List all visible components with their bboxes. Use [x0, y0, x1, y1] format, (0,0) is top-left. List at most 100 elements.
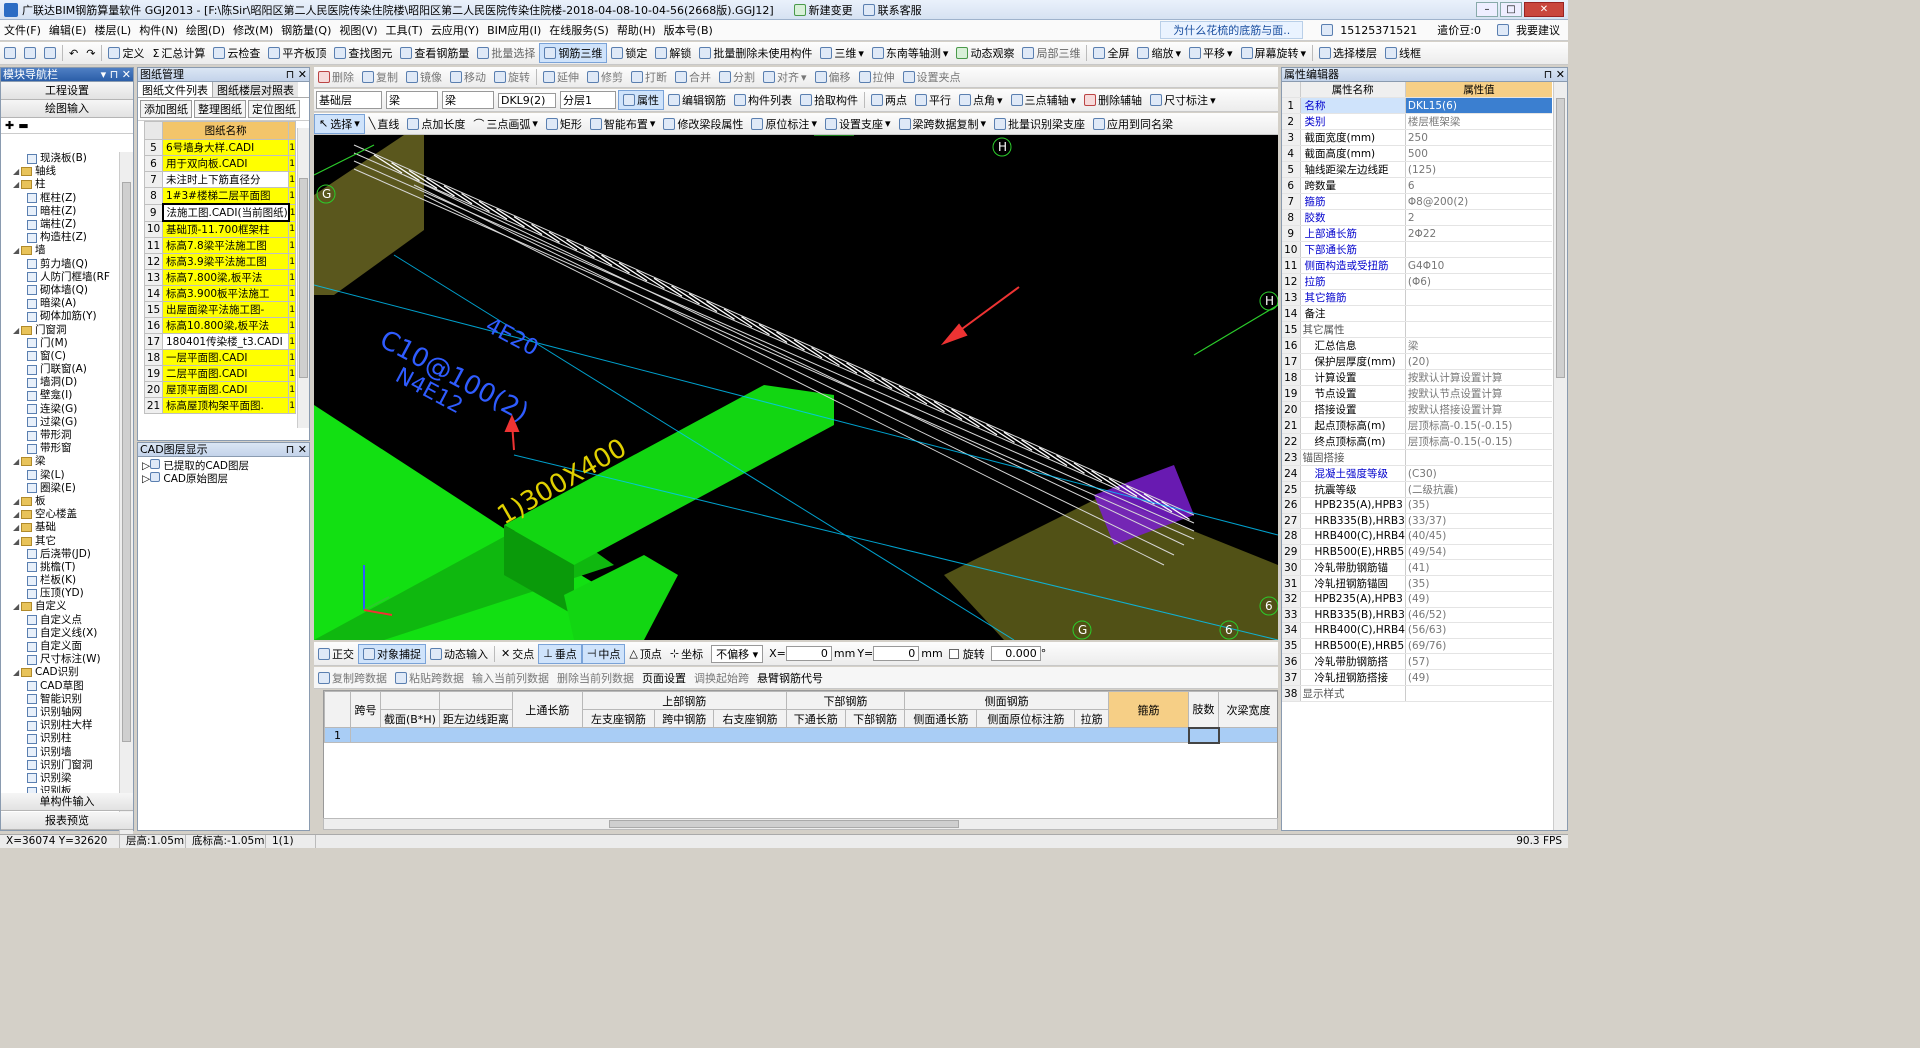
drawing-name-cell[interactable]: 未注时上下筋直径分: [161, 171, 290, 188]
modify-beam-prop-button[interactable]: 修改梁段属性: [659, 114, 747, 134]
property-value[interactable]: (C30): [1405, 465, 1552, 482]
vertex-button[interactable]: △ 顶点: [625, 644, 665, 664]
nav-tree-item[interactable]: 自定义面: [1, 640, 119, 653]
single-member-input-button[interactable]: 单构件输入: [1, 793, 133, 811]
drawing-name-cell[interactable]: 1#3#楼梯二层平面图: [161, 187, 290, 205]
property-value[interactable]: [1405, 241, 1552, 258]
property-value[interactable]: (46/52): [1405, 607, 1552, 623]
property-row[interactable]: 34 HRB400(C),HRB4 (56/63): [1282, 622, 1552, 639]
expand-icon[interactable]: ◢: [13, 535, 21, 548]
drawing-row[interactable]: 6 用于双向板.CADI 1: [144, 155, 297, 172]
nav-tree-item[interactable]: 现浇板(B): [1, 152, 119, 165]
property-value[interactable]: (69/76): [1405, 638, 1552, 654]
property-row[interactable]: 8 胶数 2: [1282, 209, 1552, 226]
property-row[interactable]: 4 截面高度(mm) 500: [1282, 145, 1552, 162]
drawing-name-cell[interactable]: 出屋面梁平法施工图-: [161, 301, 290, 318]
delete-button[interactable]: 删除: [314, 67, 358, 87]
nav-tree-item[interactable]: ◢ 空心楼盖: [1, 508, 119, 521]
property-row[interactable]: 22 终点顶标高(m) 层顶标高-0.15(-0.15): [1282, 433, 1552, 450]
property-row[interactable]: 17 保护层厚度(mm) (20): [1282, 353, 1552, 370]
grid-hscrollbar[interactable]: [323, 818, 1278, 830]
open-button[interactable]: [20, 43, 40, 63]
property-row[interactable]: 3 截面宽度(mm) 250: [1282, 129, 1552, 146]
floor-select[interactable]: 基础层: [316, 91, 382, 109]
close-button[interactable]: ✕: [1524, 2, 1564, 17]
property-row[interactable]: 11 侧面构造或受扭筋 G4Φ10: [1282, 257, 1552, 274]
align-button[interactable]: 对齐 ▾: [759, 67, 811, 87]
property-row[interactable]: 31 冷轧扭钢筋锚固 (35): [1282, 575, 1552, 592]
nav-tree-item[interactable]: ◢ CAD识别: [1, 666, 119, 679]
property-row[interactable]: 1 名称 DKL15(6): [1282, 97, 1552, 114]
drawing-row[interactable]: 5 6号墙身大样.CADI 1: [144, 139, 297, 156]
drawing-row[interactable]: 18 一层平面图.CADI 1: [144, 349, 297, 366]
expand-icon[interactable]: ◢: [13, 244, 21, 257]
batch-select-button[interactable]: 批量选择: [473, 43, 539, 63]
property-value[interactable]: Φ8@200(2): [1405, 193, 1552, 210]
redo-button[interactable]: ↷: [82, 43, 99, 63]
property-row[interactable]: 23 锚固搭接: [1282, 449, 1552, 466]
se-iso-button[interactable]: 东南等轴测 ▾: [868, 43, 953, 63]
menu-view[interactable]: 视图(V): [335, 22, 381, 38]
object-snap-button[interactable]: 对象捕捉: [358, 643, 426, 664]
nav-tree-item[interactable]: 后浇带(JD): [1, 548, 119, 561]
drawing-name-cell[interactable]: 180401传染楼_t3.CADI: [161, 333, 290, 350]
wireframe-button[interactable]: 线框: [1381, 43, 1425, 63]
nav-tree-item[interactable]: 圈梁(E): [1, 482, 119, 495]
view-rebar-qty-button[interactable]: 查看钢筋量: [396, 43, 473, 63]
intersection-button[interactable]: ✕ 交点: [497, 644, 538, 664]
drawing-row[interactable]: 17 180401传染楼_t3.CADI 1: [144, 333, 297, 350]
two-points-button[interactable]: 两点: [867, 90, 911, 110]
rotate-input[interactable]: 0.000: [990, 646, 1041, 661]
smart-layout-button[interactable]: 智能布置 ▾: [586, 114, 660, 134]
batch-delete-button[interactable]: 批量删除未使用构件: [695, 43, 816, 63]
three-point-arc-button[interactable]: ⌒ 三点画弧 ▾: [469, 114, 542, 134]
menu-tools[interactable]: 工具(T): [382, 22, 427, 38]
maximize-button[interactable]: □: [1500, 2, 1522, 17]
new-button[interactable]: [0, 43, 20, 63]
property-row[interactable]: 32 HPB235(A),HPB3 (49): [1282, 591, 1552, 608]
property-value[interactable]: 2: [1405, 209, 1552, 226]
property-row[interactable]: 21 起点顶标高(m) 层顶标高-0.15(-0.15): [1282, 417, 1552, 434]
nav-tree-item[interactable]: 砌体加筋(Y): [1, 310, 119, 323]
find-element-button[interactable]: 查找图元: [330, 43, 396, 63]
copy-button[interactable]: 复制: [358, 67, 402, 87]
drawing-name-cell[interactable]: 6号墙身大样.CADI: [161, 139, 290, 156]
drawing-row[interactable]: 15 出屋面梁平法施工图- 1: [144, 301, 297, 318]
member-select[interactable]: DKL9(2): [498, 92, 556, 108]
nav-tree-item[interactable]: 识别墙: [1, 745, 119, 758]
property-row[interactable]: 6 跨数量 6: [1282, 177, 1552, 194]
property-value[interactable]: [1405, 305, 1552, 322]
offset-button[interactable]: 偏移: [811, 67, 855, 87]
property-row[interactable]: 14 备注: [1282, 305, 1552, 322]
menu-online[interactable]: 在线服务(S): [545, 22, 613, 38]
apply-same-name-button[interactable]: 应用到同名梁: [1089, 114, 1177, 134]
nav-tree-item[interactable]: 识别柱大样: [1, 719, 119, 732]
mirror-button[interactable]: 镜像: [402, 67, 446, 87]
property-value[interactable]: 层顶标高-0.15(-0.15): [1405, 433, 1552, 450]
property-row[interactable]: 25 抗震等级 (二级抗震): [1282, 481, 1552, 498]
nav-tree-item[interactable]: CAD草图: [1, 680, 119, 693]
type1-select[interactable]: 梁: [386, 91, 438, 109]
save-button[interactable]: [40, 43, 60, 63]
nav-tree-item[interactable]: 砌体墙(Q): [1, 284, 119, 297]
drawing-row[interactable]: 16 标高10.800梁,板平法 1: [144, 317, 297, 334]
rotate-button[interactable]: 旋转: [490, 67, 534, 87]
parallel-button[interactable]: 平行: [911, 90, 955, 110]
delete-col-button[interactable]: 删除当前列数据: [553, 668, 638, 688]
cad-layers-close-icon[interactable]: ⊓ ✕: [286, 443, 307, 456]
menu-help[interactable]: 帮助(H): [613, 22, 660, 38]
property-value[interactable]: (35): [1405, 575, 1552, 592]
copy-span-button[interactable]: 复制跨数据: [314, 668, 391, 688]
nav-tree-item[interactable]: 识别柱: [1, 732, 119, 745]
dynamic-input-button[interactable]: 动态输入: [426, 644, 492, 664]
drawing-row[interactable]: 13 标高7.800梁,板平法 1: [144, 269, 297, 286]
nav-tree-item[interactable]: ◢ 其它: [1, 534, 119, 547]
property-row[interactable]: 35 HRB500(E),HRB5 (69/76): [1282, 638, 1552, 654]
properties-button[interactable]: 属性: [618, 90, 664, 110]
property-value[interactable]: 按默认计算设置计算: [1405, 369, 1552, 386]
drawing-name-cell[interactable]: 屋顶平面图.CADI: [161, 381, 290, 398]
midpoint-button[interactable]: ⊣ 中点: [581, 643, 626, 664]
member-list-button[interactable]: 构件列表: [730, 90, 796, 110]
property-value[interactable]: 6: [1405, 177, 1552, 194]
cad-layer-extracted[interactable]: ▷ 已提取的CAD图层: [142, 459, 305, 472]
